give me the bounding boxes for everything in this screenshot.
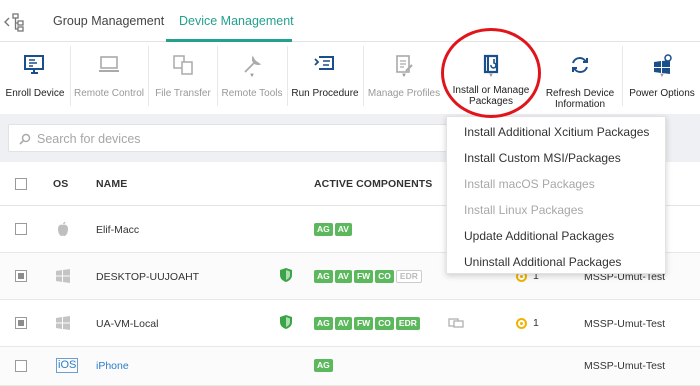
search-icon	[19, 133, 31, 145]
file-transfer-button[interactable]: File Transfer	[150, 42, 216, 114]
active-components: AG AV FW CO EDR	[314, 270, 422, 283]
row-checkbox[interactable]	[15, 223, 27, 235]
menu-item-install-macos-packages: Install macOS Packages	[464, 177, 595, 191]
chevron-down-icon: ▼	[401, 73, 407, 79]
device-name[interactable]: iPhone	[96, 360, 129, 372]
active-components-column-header[interactable]: ACTIVE COMPONENTS	[314, 178, 432, 190]
device-name[interactable]: UA-VM-Local	[96, 318, 158, 330]
toolbar-divider	[622, 46, 623, 106]
row-checkbox[interactable]	[15, 360, 27, 372]
enroll-device-button[interactable]: Enroll Device	[2, 42, 68, 114]
apple-icon	[58, 221, 68, 236]
tab-device-management[interactable]: Device Management	[179, 14, 294, 28]
menu-item-update-packages[interactable]: Update Additional Packages	[464, 229, 614, 243]
enroll-device-label: Enroll Device	[5, 88, 65, 99]
remote-tools-label: Remote Tools	[221, 88, 283, 99]
component-badge: AV	[334, 317, 352, 330]
tab-bar: Group Management Device Management	[0, 0, 700, 42]
component-badge: AG	[314, 270, 333, 283]
refresh-device-info-label: Refresh Device Information	[545, 88, 615, 110]
remote-control-button[interactable]: Remote Control	[72, 42, 146, 114]
customer-name: MSSP-Umut-Test	[584, 318, 666, 330]
component-badge: CO	[375, 317, 394, 330]
active-components: AG	[314, 359, 333, 372]
run-procedure-label: Run Procedure	[291, 88, 359, 99]
shield-icon	[280, 315, 292, 329]
device-management-page: Group Management Device Management Enrol…	[0, 0, 700, 386]
toolbar-divider	[363, 46, 364, 106]
search-input[interactable]	[37, 129, 437, 149]
select-all-checkbox[interactable]	[15, 178, 27, 190]
tab-group-management[interactable]: Group Management	[53, 14, 164, 28]
chevron-down-icon: ▼	[659, 73, 665, 79]
toolbar-divider	[287, 46, 288, 106]
customer-name: MSSP-Umut-Test	[584, 360, 666, 372]
device-name[interactable]: Elif-Macc	[96, 224, 139, 236]
table-row[interactable]: UA-VM-Local AG AV FW CO EDR 1 MSSP-Umut-…	[0, 300, 700, 347]
component-badge: AG	[314, 223, 333, 236]
run-procedure-button[interactable]: Run Procedure	[289, 42, 361, 114]
component-badge: EDR	[395, 317, 420, 330]
highlight-circle	[441, 28, 541, 118]
refresh-device-info-button[interactable]: Refresh Device Information	[542, 42, 618, 114]
menu-item-uninstall-packages[interactable]: Uninstall Additional Packages	[464, 255, 621, 269]
install-packages-dropdown: Install Additional Xcitium Packages Inst…	[446, 116, 666, 274]
power-options-label: Power Options	[629, 88, 695, 99]
component-badge: AG	[314, 317, 333, 330]
device-name[interactable]: DESKTOP-UUJOAHT	[96, 271, 199, 283]
table-row[interactable]: iOS iPhone AG MSSP-Umut-Test	[0, 347, 700, 386]
monitor-icon	[99, 56, 119, 72]
row-checkbox[interactable]	[15, 270, 27, 282]
menu-item-install-linux-packages: Install Linux Packages	[464, 203, 584, 217]
group-tree-icon[interactable]	[4, 12, 26, 32]
device-toolbar: Enroll Device Remote Control File Transf…	[0, 42, 700, 114]
component-badge: AV	[334, 223, 352, 236]
ios-icon: iOS	[56, 358, 79, 373]
active-components: AG AV FW CO EDR	[314, 317, 420, 330]
run-procedure-icon	[314, 56, 334, 70]
refresh-icon	[572, 57, 588, 73]
shield-icon	[280, 268, 292, 282]
alert-count[interactable]: 1	[516, 317, 539, 329]
toolbar-divider	[148, 46, 149, 106]
windows-icon	[56, 316, 70, 330]
name-column-header[interactable]: NAME	[96, 178, 127, 190]
remote-connection-icon[interactable]	[448, 318, 464, 328]
os-column-header[interactable]: OS	[53, 178, 68, 190]
menu-item-install-xcitium-packages[interactable]: Install Additional Xcitium Packages	[464, 125, 649, 139]
alert-count-value: 1	[533, 317, 539, 329]
manage-profiles-button[interactable]: ▼ Manage Profiles	[365, 42, 443, 114]
chevron-down-icon: ▼	[249, 73, 255, 79]
windows-icon	[56, 269, 70, 283]
component-badge: FW	[353, 270, 374, 283]
toolbar-divider	[70, 46, 71, 106]
manage-profiles-label: Manage Profiles	[367, 88, 441, 99]
enroll-device-icon	[24, 55, 44, 74]
search-box	[8, 124, 448, 152]
menu-item-install-custom-msi[interactable]: Install Custom MSI/Packages	[464, 151, 621, 165]
alert-icon	[516, 317, 527, 329]
active-components: AG AV	[314, 223, 352, 236]
remote-tools-button[interactable]: ▼ Remote Tools	[219, 42, 285, 114]
file-transfer-label: File Transfer	[155, 88, 211, 99]
row-checkbox[interactable]	[15, 317, 27, 329]
component-badge-inactive: EDR	[395, 270, 422, 283]
component-badge: AG	[314, 359, 333, 372]
file-transfer-icon	[173, 55, 193, 75]
remote-control-label: Remote Control	[73, 88, 145, 99]
toolbar-divider	[217, 46, 218, 106]
power-options-button[interactable]: ▼ Power Options	[626, 42, 698, 114]
component-badge: AV	[334, 270, 352, 283]
component-badge: CO	[375, 270, 394, 283]
component-badge: FW	[353, 317, 374, 330]
